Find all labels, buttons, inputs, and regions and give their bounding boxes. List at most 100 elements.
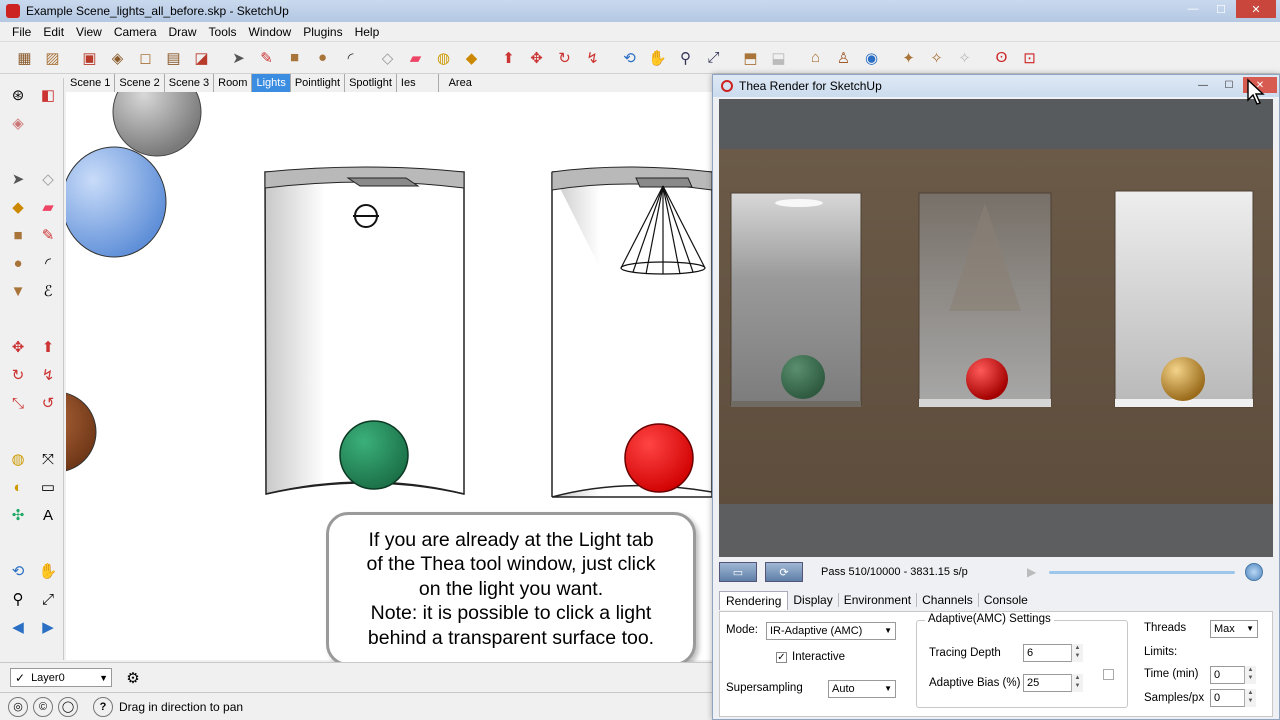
eraser-tool-icon[interactable]: ▰ bbox=[34, 193, 62, 221]
rectangle-icon[interactable]: ■ bbox=[282, 45, 307, 70]
red-ball[interactable] bbox=[624, 423, 694, 493]
thea-settings-icon[interactable]: ⊡ bbox=[1017, 45, 1042, 70]
extension-icon[interactable]: ✦ bbox=[896, 45, 921, 70]
model-info-icon[interactable]: ◈ bbox=[4, 109, 32, 137]
tab-environment[interactable]: Environment bbox=[839, 593, 918, 607]
geo-location-icon[interactable]: ◎ bbox=[8, 696, 28, 717]
scene-tab-lights[interactable]: Lights bbox=[252, 74, 291, 92]
share-model-icon[interactable]: ⬓ bbox=[766, 45, 791, 70]
paint-bucket-icon[interactable]: ◆ bbox=[459, 45, 484, 70]
blue-sphere[interactable] bbox=[66, 146, 167, 258]
box-icon[interactable]: ▦ bbox=[12, 45, 37, 70]
scene-tab-2[interactable]: Scene 2 bbox=[115, 74, 165, 92]
progress-slider[interactable] bbox=[1049, 571, 1235, 574]
green-ball[interactable] bbox=[339, 420, 409, 490]
move-tool-icon[interactable]: ✥ bbox=[4, 333, 32, 361]
dimension-tool-icon[interactable]: ⤧ bbox=[34, 445, 62, 473]
rotate-tool-icon[interactable]: ↻ bbox=[4, 361, 32, 389]
offset-tool-icon[interactable]: ↺ bbox=[34, 389, 62, 417]
play-icon[interactable]: ▶ bbox=[1027, 565, 1036, 579]
gray-moon-sphere[interactable] bbox=[112, 92, 202, 157]
refresh-render-button[interactable]: ⟳ bbox=[765, 562, 803, 582]
arc-icon[interactable]: ◜ bbox=[338, 45, 363, 70]
scale-tool-icon[interactable]: ⤡ bbox=[4, 389, 32, 417]
threads-dropdown[interactable]: Max ▼ bbox=[1210, 620, 1258, 638]
extension-manager-icon[interactable]: ✧ bbox=[924, 45, 949, 70]
3d-text-tool-icon[interactable]: A bbox=[34, 501, 62, 529]
tab-console[interactable]: Console bbox=[979, 593, 1033, 607]
menu-edit[interactable]: Edit bbox=[37, 25, 70, 39]
rectangle-tool-icon[interactable]: ■ bbox=[4, 221, 32, 249]
protractor-tool-icon[interactable]: ◐ bbox=[4, 473, 32, 501]
texture-icon[interactable]: ▤ bbox=[161, 45, 186, 70]
component-icon[interactable]: ▣ bbox=[77, 45, 102, 70]
arc-tool-icon[interactable]: ◜ bbox=[34, 249, 62, 277]
tape-measure-icon[interactable]: ◍ bbox=[431, 45, 456, 70]
push-pull-tool-icon[interactable]: ⬆ bbox=[34, 333, 62, 361]
globe-icon[interactable]: ◉ bbox=[859, 45, 884, 70]
paint-icon[interactable]: ◆ bbox=[4, 193, 32, 221]
make-component-icon[interactable]: ◇ bbox=[375, 45, 400, 70]
thea-minimize-button[interactable]: — bbox=[1191, 77, 1215, 93]
layer-manager-icon[interactable]: ⚙ bbox=[122, 667, 144, 689]
tab-display[interactable]: Display bbox=[788, 593, 839, 607]
zoom-extents-icon[interactable]: ⤢ bbox=[701, 45, 726, 70]
previous-view-icon[interactable]: ◀ bbox=[4, 613, 32, 641]
scene-tab-ies[interactable]: Ies bbox=[396, 74, 439, 92]
plugin-disabled-icon[interactable]: ✧ bbox=[952, 45, 977, 70]
polygon-tool-icon[interactable]: ▼ bbox=[4, 277, 32, 305]
section-icon[interactable]: ◪ bbox=[189, 45, 214, 70]
circle-tool-icon[interactable]: ● bbox=[4, 249, 32, 277]
stop-render-button[interactable]: ▭ bbox=[719, 562, 757, 582]
menu-draw[interactable]: Draw bbox=[163, 25, 203, 39]
tracing-depth-input[interactable]: 6 ▲ ▼ bbox=[1023, 644, 1083, 662]
tab-rendering[interactable]: Rendering bbox=[719, 590, 789, 610]
push-pull-icon[interactable]: ⬆ bbox=[496, 45, 521, 70]
user-icon[interactable]: ◯ bbox=[58, 696, 78, 717]
select-arrow-icon[interactable]: ➤ bbox=[226, 45, 251, 70]
get-models-icon[interactable]: ⬒ bbox=[738, 45, 763, 70]
minimize-button[interactable]: — bbox=[1180, 0, 1206, 18]
adaptive-option-checkbox[interactable] bbox=[1103, 669, 1114, 680]
adaptive-bias-input[interactable]: 25 ▲ ▼ bbox=[1023, 674, 1083, 692]
move-icon[interactable]: ✥ bbox=[524, 45, 549, 70]
scene-tab-1[interactable]: Scene 1 bbox=[66, 74, 116, 92]
scene-tab-room[interactable]: Room bbox=[214, 74, 253, 92]
supersampling-dropdown[interactable]: Auto ▼ bbox=[828, 680, 896, 698]
progress-slider-knob[interactable] bbox=[1245, 563, 1263, 581]
follow-me-tool-icon[interactable]: ↯ bbox=[34, 361, 62, 389]
samples-input[interactable]: 0 ▲ ▼ bbox=[1210, 689, 1256, 707]
thea-title-bar[interactable]: Thea Render for SketchUp — ☐ ✕ bbox=[713, 75, 1279, 97]
orbit-tool-icon[interactable]: ⟲ bbox=[4, 557, 32, 585]
close-button[interactable]: ✕ bbox=[1236, 0, 1276, 18]
tab-channels[interactable]: Channels bbox=[917, 593, 979, 607]
scene-tab-area[interactable]: Area bbox=[438, 74, 476, 92]
menu-help[interactable]: Help bbox=[349, 25, 386, 39]
thea-maximize-button[interactable]: ☐ bbox=[1217, 77, 1241, 93]
menu-view[interactable]: View bbox=[70, 25, 108, 39]
pan-hand-icon[interactable]: ✋ bbox=[645, 45, 670, 70]
scene-tab-3[interactable]: Scene 3 bbox=[164, 74, 215, 92]
render-preview[interactable] bbox=[719, 99, 1273, 557]
zoom-icon[interactable]: ⚲ bbox=[673, 45, 698, 70]
eraser-icon[interactable]: ▰ bbox=[403, 45, 428, 70]
group-icon[interactable]: ◈ bbox=[105, 45, 130, 70]
zoom-tool-icon[interactable]: ⚲ bbox=[4, 585, 32, 613]
circle-icon[interactable]: ● bbox=[310, 45, 335, 70]
pan-tool-icon[interactable]: ✋ bbox=[34, 557, 62, 585]
zoom-extents-tool-icon[interactable]: ⤢ bbox=[34, 585, 62, 613]
frame-icon[interactable]: ◻ bbox=[133, 45, 158, 70]
line-pencil-icon[interactable]: ✎ bbox=[254, 45, 279, 70]
credits-icon[interactable]: © bbox=[33, 696, 53, 717]
menu-window[interactable]: Window bbox=[243, 25, 298, 39]
maximize-button[interactable]: ☐ bbox=[1208, 0, 1234, 18]
scene-tab-pointlight[interactable]: Pointlight bbox=[290, 74, 346, 92]
menu-tools[interactable]: Tools bbox=[203, 25, 243, 39]
thea-render-icon[interactable]: ʘ bbox=[989, 45, 1014, 70]
time-input[interactable]: 0 ▲ ▼ bbox=[1210, 666, 1256, 684]
orbit-large-icon[interactable]: ⊛ bbox=[4, 81, 32, 109]
person-icon[interactable]: ♙ bbox=[831, 45, 856, 70]
pencil-tool-icon[interactable]: ✎ bbox=[34, 221, 62, 249]
spinner-arrows-icon[interactable]: ▲ ▼ bbox=[1244, 666, 1256, 684]
help-icon[interactable]: ? bbox=[93, 696, 113, 717]
